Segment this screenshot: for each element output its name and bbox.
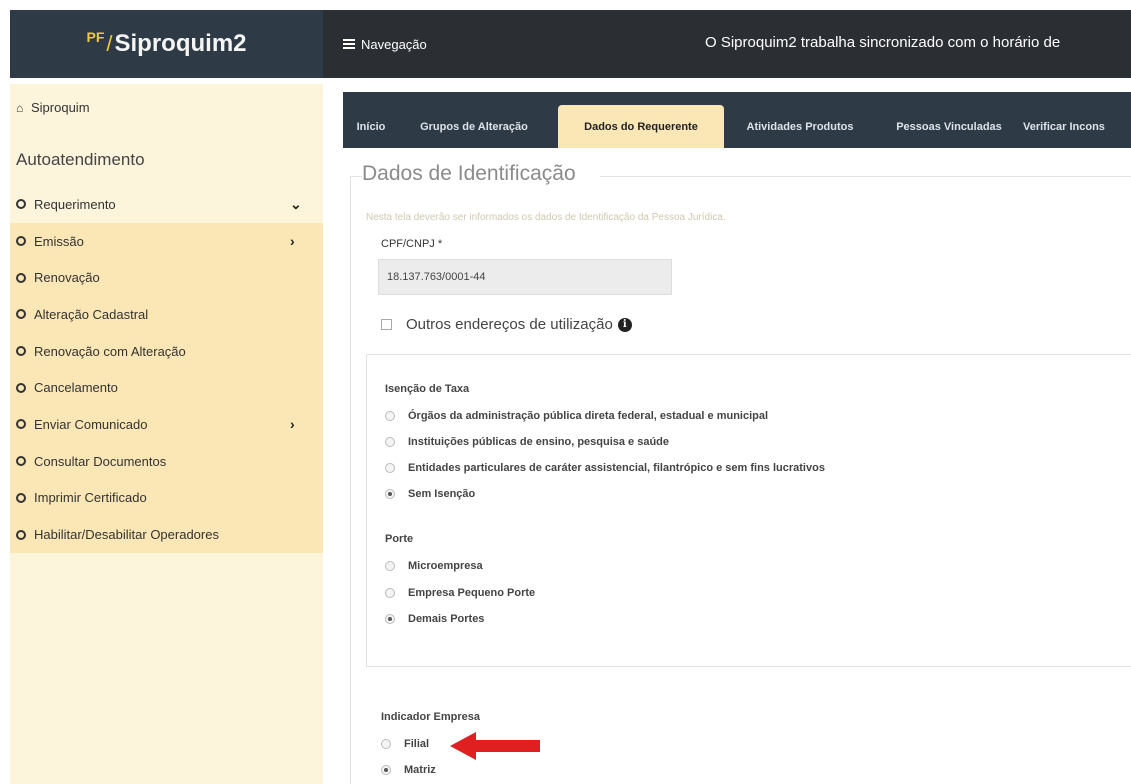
cnpj-field[interactable]: 18.137.763/0001-44	[378, 259, 672, 295]
hamburger-icon	[343, 39, 355, 49]
sidebar-item-label: Enviar Comunicado	[34, 416, 148, 432]
radio-button[interactable]	[385, 437, 395, 447]
isencao-option[interactable]: Instituições públicas de ensino, pesquis…	[385, 436, 669, 448]
radio-button[interactable]	[381, 739, 391, 749]
isencao-option-label: Entidades particulares de caráter assist…	[408, 462, 825, 474]
sidebar-item-enviar-comunicado[interactable]: Enviar Comunicado ›	[10, 406, 323, 443]
radio-button[interactable]	[385, 411, 395, 421]
sidebar-item-requerimento[interactable]: Requerimento ⌄	[10, 186, 323, 223]
isencao-option-label: Sem Isenção	[408, 488, 476, 500]
sidebar-menu: Requerimento ⌄ Emissão › Renovação Alter…	[10, 186, 323, 553]
other-addresses-checkbox[interactable]	[381, 319, 392, 330]
top-bar: Navegação O Siproquim2 trabalha sincroni…	[323, 10, 1131, 78]
radio-button[interactable]	[385, 561, 395, 571]
circle-icon	[16, 419, 26, 430]
navigation-label: Navegação	[361, 36, 427, 52]
form-hint: Nesta tela deverão ser informados os dad…	[366, 212, 726, 223]
tab-grupos-alteracao[interactable]: Grupos de Alteração	[393, 105, 555, 148]
section-title: Dados de Identificação	[362, 162, 582, 186]
circle-icon	[16, 492, 26, 503]
brand-slash: /	[106, 31, 113, 56]
sidebar-item-label: Cancelamento	[34, 380, 118, 396]
sidebar-home-label: Siproquim	[31, 100, 90, 115]
isencao-option[interactable]: Entidades particulares de caráter assist…	[385, 462, 825, 474]
circle-icon	[16, 236, 26, 247]
isencao-label: Isenção de Taxa	[385, 383, 470, 395]
tab-inicio[interactable]: Início	[351, 105, 391, 148]
circle-icon	[16, 199, 26, 210]
isencao-option[interactable]: Sem Isenção	[385, 488, 475, 500]
radio-button[interactable]	[385, 463, 395, 473]
indicador-option-label: Matriz	[404, 764, 436, 776]
cnpj-label: CPF/CNPJ *	[381, 238, 443, 250]
sidebar-item-label: Imprimir Certificado	[34, 490, 147, 506]
circle-icon	[16, 272, 26, 283]
sidebar-item-label: Alteração Cadastral	[34, 306, 149, 322]
porte-option-label: Demais Portes	[408, 613, 485, 625]
radio-button[interactable]	[385, 588, 395, 598]
indicador-option-matriz[interactable]: Matriz	[381, 764, 436, 776]
fieldset-border	[350, 176, 362, 177]
sidebar-item-label: Renovação com Alteração	[34, 343, 186, 359]
isencao-option[interactable]: Órgãos da administração pública direta f…	[385, 410, 768, 422]
circle-icon	[16, 346, 26, 357]
app-window: PF / Siproquim2 Navegação O Siproquim2 t…	[0, 0, 1131, 784]
sync-message: O Siproquim2 trabalha sincronizado com o…	[705, 34, 1061, 51]
porte-option[interactable]: Demais Portes	[385, 613, 484, 625]
sidebar-item-label: Habilitar/Desabilitar Operadores	[34, 527, 219, 543]
sidebar-item-label: Emissão	[34, 233, 84, 249]
tab-dados-requerente[interactable]: Dados do Requerente	[558, 105, 724, 148]
sidebar-item-renovacao[interactable]: Renovação	[10, 259, 323, 297]
indicador-option-filial[interactable]: Filial	[381, 738, 429, 750]
circle-icon	[16, 309, 26, 320]
sidebar-item-alteracao-cadastral[interactable]: Alteração Cadastral	[10, 296, 323, 333]
sidebar-item-renovacao-com-alteracao[interactable]: Renovação com Alteração	[10, 332, 323, 370]
tab-verificar-inconsistencias[interactable]: Verificar Incons	[1023, 105, 1131, 148]
red-arrow-icon	[450, 732, 540, 760]
porte-option-label: Microempresa	[408, 560, 483, 572]
sidebar-item-label: Renovação	[34, 270, 100, 286]
tab-pessoas-vinculadas[interactable]: Pessoas Vinculadas	[879, 105, 1019, 148]
sidebar-item-cancelamento[interactable]: Cancelamento	[10, 369, 323, 407]
other-addresses-row: Outros endereços de utilização i	[381, 316, 632, 333]
sidebar-home-link[interactable]: ⌂ Siproquim	[10, 100, 90, 115]
chevron-down-icon: ⌄	[290, 195, 302, 212]
chevron-right-icon: ›	[290, 416, 295, 433]
isencao-option-label: Instituições públicas de ensino, pesquis…	[408, 436, 670, 448]
sidebar-item-emissao[interactable]: Emissão ›	[10, 222, 323, 260]
sidebar-heading: Autoatendimento	[16, 150, 145, 169]
radio-button-checked[interactable]	[385, 489, 395, 499]
indicador-option-label: Filial	[404, 738, 430, 750]
tab-bar: Início Grupos de Alteração Dados do Requ…	[343, 92, 1131, 148]
sidebar-item-label: Requerimento	[34, 196, 116, 212]
isencao-option-label: Órgãos da administração pública direta f…	[408, 410, 769, 422]
radio-button-checked[interactable]	[385, 614, 395, 624]
radio-button-checked[interactable]	[381, 765, 391, 775]
porte-label: Porte	[385, 533, 414, 545]
brand-logo[interactable]: PF / Siproquim2	[10, 10, 323, 78]
sidebar-item-consultar-documentos[interactable]: Consultar Documentos	[10, 442, 323, 480]
fieldset-border	[600, 176, 1131, 177]
porte-option[interactable]: Microempresa	[385, 560, 483, 572]
sidebar-item-habilitar-operadores[interactable]: Habilitar/Desabilitar Operadores	[10, 516, 323, 553]
brand-prefix: PF	[86, 29, 105, 45]
circle-icon	[16, 529, 26, 540]
circle-icon	[16, 382, 26, 393]
info-icon[interactable]: i	[617, 317, 632, 332]
sidebar: ⌂ Siproquim Autoatendimento Requerimento…	[10, 84, 323, 784]
porte-option[interactable]: Empresa Pequeno Porte	[385, 587, 535, 599]
circle-icon	[16, 456, 26, 467]
fieldset-border	[350, 176, 351, 784]
porte-option-label: Empresa Pequeno Porte	[408, 587, 536, 599]
sidebar-item-label: Consultar Documentos	[34, 453, 167, 469]
navigation-toggle[interactable]: Navegação	[343, 37, 427, 52]
indicador-label: Indicador Empresa	[381, 711, 481, 723]
tab-atividades-produtos[interactable]: Atividades Produtos	[726, 105, 874, 148]
brand-name: Siproquim2	[114, 30, 247, 57]
sidebar-item-imprimir-certificado[interactable]: Imprimir Certificado	[10, 479, 323, 517]
other-addresses-label: Outros endereços de utilização	[406, 316, 613, 333]
home-icon: ⌂	[16, 100, 24, 115]
chevron-right-icon: ›	[290, 233, 295, 250]
